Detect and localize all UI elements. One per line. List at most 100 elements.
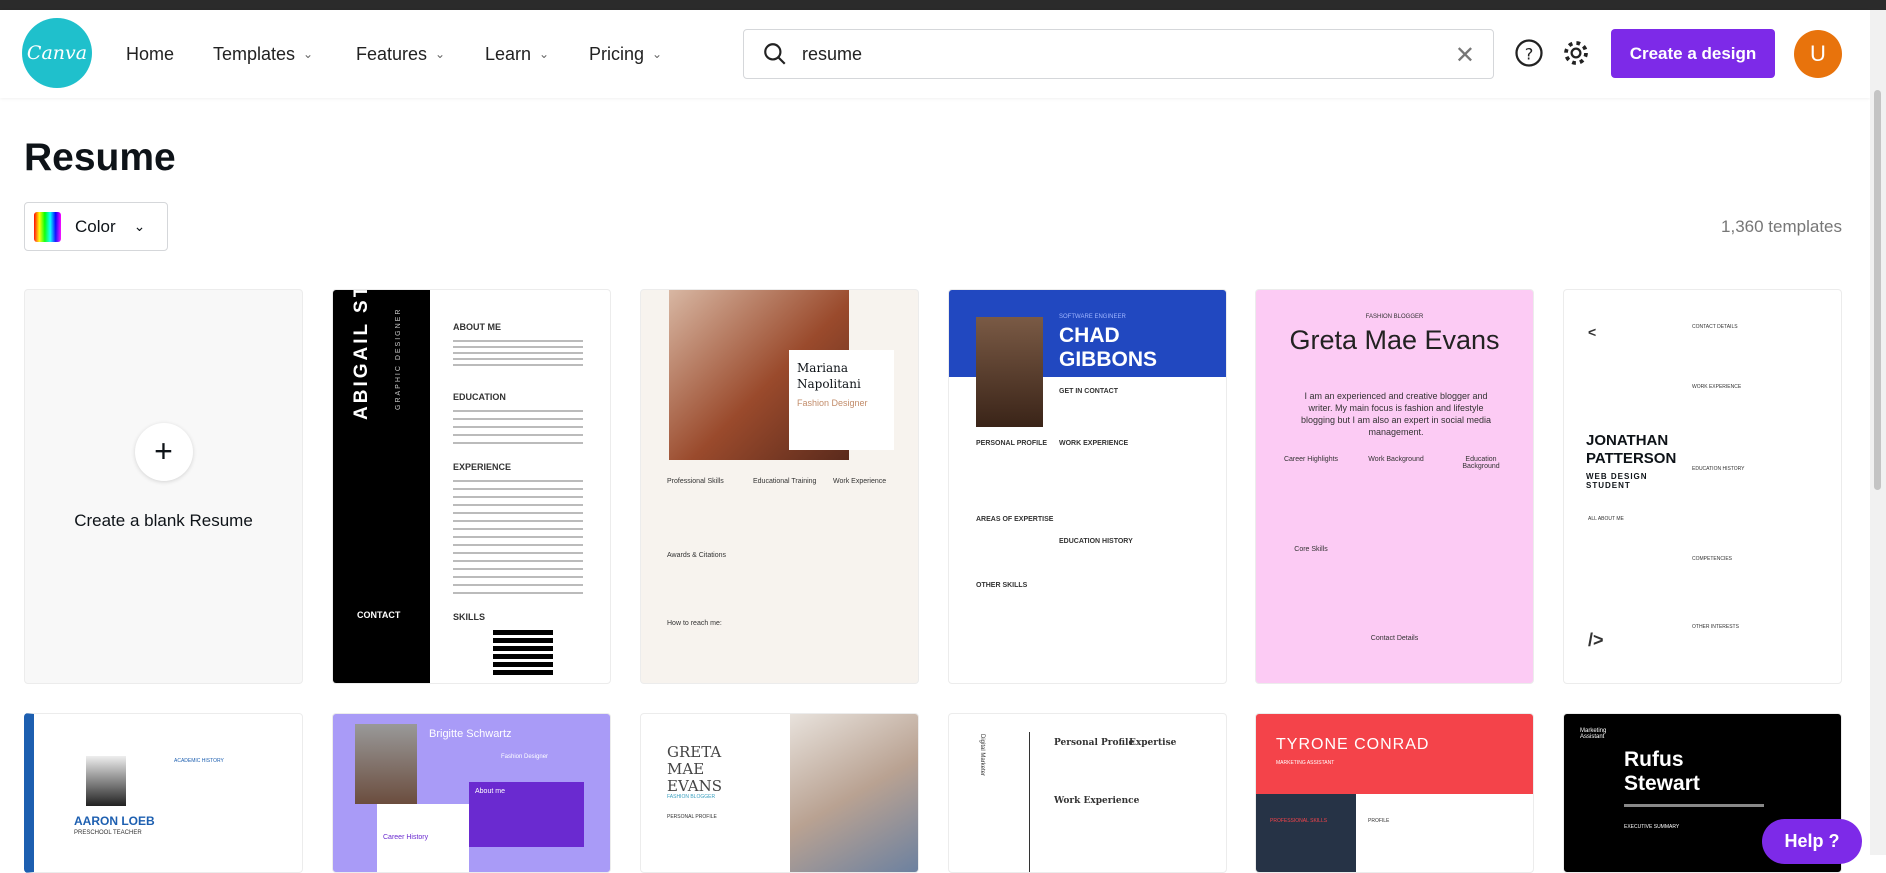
blank-label: Create a blank Resume bbox=[74, 510, 253, 530]
template-name: Mariana Napolitani bbox=[797, 361, 861, 391]
template-text: Career History bbox=[383, 834, 429, 841]
help-icon[interactable]: ? bbox=[1514, 38, 1544, 68]
nav-label: Home bbox=[126, 43, 175, 64]
nav-learn[interactable]: Learn ⌄ bbox=[485, 10, 549, 98]
template-card[interactable]: Digital Marketer Personal Profile Expert… bbox=[948, 713, 1227, 873]
template-name: ABIGAIL STANFORD bbox=[351, 289, 372, 420]
create-design-button[interactable]: Create a design bbox=[1611, 29, 1775, 78]
template-name: JONATHAN PATTERSON bbox=[1586, 432, 1677, 467]
template-subtitle: WEB DESIGN STUDENT bbox=[1586, 472, 1648, 490]
template-text: How to reach me: bbox=[667, 620, 722, 627]
template-subtitle: SOFTWARE ENGINEER bbox=[1059, 314, 1126, 320]
template-text: AREAS OF EXPERTISE bbox=[976, 516, 1054, 523]
template-name: Brigitte Schwartz bbox=[429, 728, 512, 740]
svg-text:?: ? bbox=[1525, 44, 1534, 63]
window-top-bar bbox=[0, 0, 1886, 10]
template-text: Educational Training bbox=[753, 478, 817, 485]
template-name: Greta Mae Evans bbox=[1289, 325, 1500, 355]
template-text: ABOUT ME bbox=[453, 322, 501, 332]
template-text: Work Background bbox=[1368, 456, 1424, 463]
nav-label: Learn bbox=[485, 43, 532, 64]
template-card[interactable]: Brigitte Schwartz Fashion Designer About… bbox=[332, 713, 611, 873]
scrollbar[interactable] bbox=[1870, 10, 1886, 855]
template-subtitle: Fashion Designer bbox=[797, 398, 868, 408]
chevron-down-icon: ⌄ bbox=[435, 47, 446, 61]
template-subtitle: Fashion Designer bbox=[501, 754, 549, 760]
template-text: Personal Profile bbox=[1054, 738, 1135, 748]
plus-icon: + bbox=[134, 422, 193, 481]
template-card[interactable]: GRETA MAE EVANS FASHION BLOGGER PERSONAL… bbox=[640, 713, 919, 873]
template-text: Professional Skills bbox=[667, 478, 724, 485]
template-text: EXPERIENCE bbox=[453, 462, 512, 472]
nav-home[interactable]: Home bbox=[126, 10, 174, 98]
template-text: WORK EXPERIENCE bbox=[1692, 384, 1742, 390]
template-text: Work Experience bbox=[1054, 796, 1140, 806]
template-text: OTHER SKILLS bbox=[976, 582, 1028, 589]
page-title: Resume bbox=[24, 136, 176, 179]
avatar[interactable]: U bbox=[1794, 30, 1842, 78]
settings-gear-icon[interactable] bbox=[1561, 38, 1591, 68]
template-name: TYRONE CONRAD bbox=[1276, 736, 1430, 753]
nav-label: Features bbox=[356, 43, 428, 64]
chevron-down-icon: ⌄ bbox=[303, 47, 314, 61]
template-summary: I am an experienced and creative blogger… bbox=[1300, 391, 1492, 437]
template-count: 1,360 templates bbox=[1721, 217, 1842, 236]
template-text: PROFILE bbox=[1368, 818, 1390, 824]
template-name: Rufus Stewart bbox=[1624, 748, 1700, 795]
template-text: PERSONAL PROFILE bbox=[976, 440, 1048, 447]
nav-features[interactable]: Features ⌄ bbox=[356, 10, 445, 98]
template-subtitle: FASHION BLOGGER bbox=[667, 794, 716, 800]
clear-search-icon[interactable]: ✕ bbox=[1455, 41, 1475, 70]
nav-pricing[interactable]: Pricing ⌄ bbox=[589, 10, 662, 98]
search-input[interactable]: resume ✕ bbox=[743, 29, 1494, 79]
template-text: COMPETENCIES bbox=[1692, 556, 1733, 562]
color-filter-label: Color bbox=[75, 216, 116, 236]
template-card[interactable]: TYRONE CONRAD MARKETING ASSISTANT PROFES… bbox=[1255, 713, 1534, 873]
template-text: GET IN CONTACT bbox=[1059, 388, 1118, 395]
chevron-down-icon: ⌄ bbox=[652, 47, 663, 61]
canva-logo[interactable]: Canva bbox=[22, 18, 92, 88]
template-text: WORK EXPERIENCE bbox=[1059, 440, 1129, 447]
nav-label: Pricing bbox=[589, 43, 645, 64]
template-name: CHAD GIBBONS bbox=[1059, 324, 1158, 371]
template-text: ACADEMIC HISTORY bbox=[174, 758, 224, 764]
photo bbox=[790, 714, 918, 872]
template-text: About me bbox=[475, 788, 505, 795]
help-button[interactable]: Help ? bbox=[1762, 819, 1862, 864]
template-card[interactable]: SOFTWARE ENGINEER CHAD GIBBONS GET IN CO… bbox=[948, 289, 1227, 684]
template-subtitle: Marketing Assistant bbox=[1580, 728, 1607, 740]
template-card[interactable]: AARON LOEB PRESCHOOL TEACHER ACADEMIC HI… bbox=[24, 713, 303, 873]
template-text: ALL ABOUT ME bbox=[1588, 516, 1624, 522]
template-card[interactable]: Mariana Napolitani Fashion Designer Prof… bbox=[640, 289, 919, 684]
template-text: EXECUTIVE SUMMARY bbox=[1624, 824, 1680, 830]
portrait-photo bbox=[976, 317, 1043, 427]
nav-templates[interactable]: Templates ⌄ bbox=[213, 10, 313, 98]
code-bracket-icon: < bbox=[1588, 324, 1597, 340]
search-value: resume bbox=[802, 43, 863, 64]
create-blank-resume-card[interactable]: + Create a blank Resume bbox=[24, 289, 303, 684]
chevron-down-icon: ⌄ bbox=[133, 218, 146, 234]
portrait-photo bbox=[355, 724, 417, 804]
template-text: Expertise bbox=[1129, 738, 1177, 748]
template-text: OTHER INTERESTS bbox=[1692, 624, 1739, 630]
template-name: GRETA MAE EVANS bbox=[667, 743, 722, 795]
template-text: CONTACT bbox=[357, 610, 401, 620]
template-text: Work Experience bbox=[833, 478, 887, 485]
template-text: PERSONAL PROFILE bbox=[667, 814, 717, 820]
color-filter-button[interactable]: Color ⌄ bbox=[24, 202, 168, 251]
template-card[interactable]: < JONATHAN PATTERSON WEB DESIGN STUDENT … bbox=[1563, 289, 1842, 684]
code-close-icon: /> bbox=[1588, 630, 1604, 650]
template-text: EDUCATION HISTORY bbox=[1692, 466, 1745, 472]
template-subtitle: PRESCHOOL TEACHER bbox=[74, 830, 142, 836]
template-card[interactable]: FASHION BLOGGER Greta Mae Evans I am an … bbox=[1255, 289, 1534, 684]
template-text: Career Highlights bbox=[1283, 456, 1339, 463]
template-text: PROFESSIONAL SKILLS bbox=[1270, 818, 1328, 824]
template-text: EDUCATION HISTORY bbox=[1059, 538, 1133, 545]
template-name: AARON LOEB bbox=[74, 814, 155, 828]
template-card[interactable]: ABIGAIL STANFORD GRAPHIC DESIGNER CONTAC… bbox=[332, 289, 611, 684]
template-text: CONTACT DETAILS bbox=[1692, 324, 1738, 330]
template-subtitle: GRAPHIC DESIGNER bbox=[395, 307, 402, 410]
search-icon bbox=[764, 43, 786, 65]
template-text: Education Background bbox=[1462, 456, 1500, 470]
nav-label: Templates bbox=[213, 43, 296, 64]
